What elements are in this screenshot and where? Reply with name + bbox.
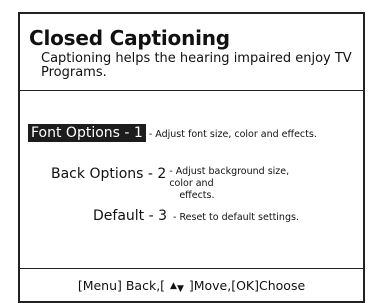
down-arrow-icon: ▼ (176, 284, 184, 294)
font-options-description: - Adjust font size, color and effects. (145, 129, 317, 140)
back-options-description: - Adjust background size, color and effec… (169, 163, 307, 202)
back-options-description-line2: effects. (179, 190, 215, 201)
footer-divider (20, 268, 363, 269)
footer-hint-suffix: ]Move,[OK]Choose (184, 278, 306, 293)
font-options-label: Font Options - 1 (28, 124, 146, 142)
default-description: - Reset to default settings. (170, 212, 299, 223)
closed-captioning-dialog: Closed Captioning Captioning helps the h… (18, 12, 365, 303)
footer-hint: [Menu] Back,[ ▲▼ ]Move,[OK]Choose (20, 278, 363, 294)
up-arrow-icon: ▲ (170, 281, 177, 291)
page-subtitle: Captioning helps the hearing impaired en… (41, 51, 352, 80)
up-down-arrows-icon: ▲▼ (170, 281, 184, 294)
menu-item-font-options[interactable]: Font Options - 1 - Adjust font size, col… (28, 122, 317, 142)
default-label: Default - 3 (93, 208, 168, 224)
header-divider (20, 90, 363, 91)
back-options-description-line1: - Adjust background size, color and (169, 166, 290, 189)
menu-item-default[interactable]: Default - 3 - Reset to default settings. (90, 205, 299, 224)
menu-item-back-options[interactable]: Back Options - 2 - Adjust background siz… (48, 163, 307, 202)
page-title: Closed Captioning (29, 26, 230, 50)
back-options-label: Back Options - 2 (51, 166, 167, 182)
footer-hint-prefix: [Menu] Back,[ (77, 278, 170, 293)
